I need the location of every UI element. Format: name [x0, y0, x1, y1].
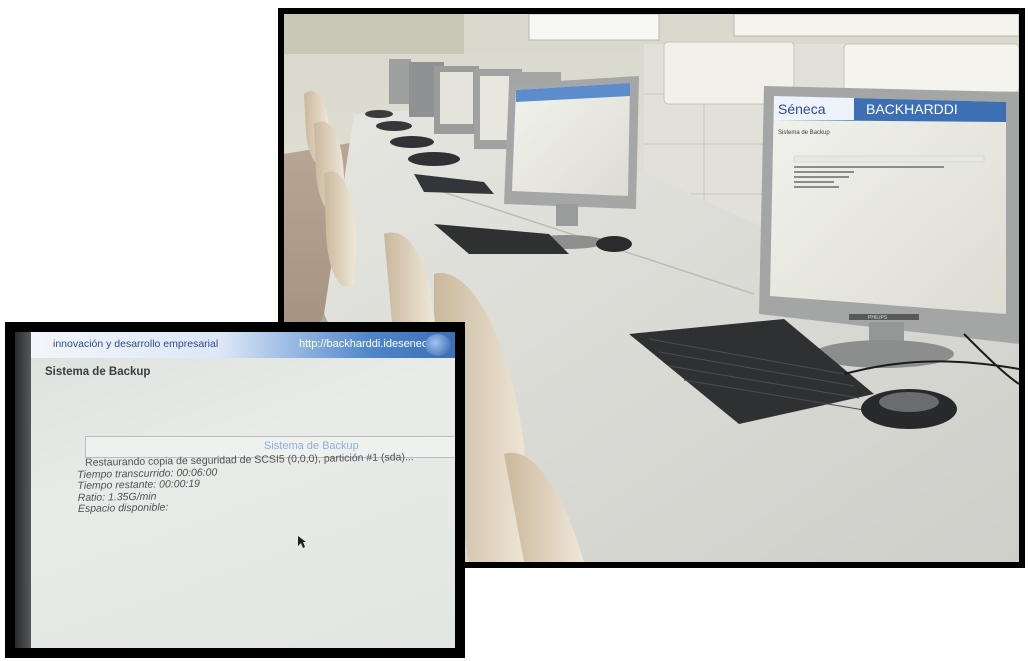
- screen-closeup-photo: innovación y desarrollo empresarial http…: [5, 322, 465, 658]
- distant-keyboard: [390, 136, 434, 148]
- back-wall: [284, 14, 464, 54]
- backharddi-logo-text: BACKHARDDI: [866, 101, 958, 117]
- tagline-text: innovación y desarrollo empresarial: [53, 338, 219, 350]
- panel-title: Sistema de Backup: [264, 440, 359, 452]
- mouse-top: [879, 392, 939, 412]
- window: [528, 14, 660, 41]
- philips-logo-text: PHILIPS: [868, 315, 888, 321]
- window: [733, 14, 1019, 37]
- screen-section-title: Sistema de Backup: [778, 130, 830, 136]
- seneca-logo-text: Séneca: [778, 101, 826, 117]
- monitor-neck: [556, 204, 578, 226]
- distant-keyboard: [365, 110, 393, 118]
- distant-monitor: [389, 59, 411, 104]
- screen-header: innovación y desarrollo empresarial http…: [31, 332, 455, 358]
- distant-screen: [440, 72, 473, 124]
- screen-closeup: innovación y desarrollo empresarial http…: [15, 332, 455, 648]
- mouse: [596, 236, 632, 252]
- monitor-bezel: [15, 332, 31, 648]
- backup-status: Restaurando copia de seguridad de SCSI5 …: [77, 451, 415, 515]
- distant-keyboard: [408, 152, 460, 166]
- screen-panel: [793, 155, 985, 163]
- section-title: Sistema de Backup: [45, 366, 151, 378]
- backharddi-logo-icon: [425, 334, 451, 356]
- distant-keyboard: [376, 121, 412, 131]
- mouse-cursor-icon: [298, 536, 306, 548]
- monitor-screen: [770, 96, 1006, 314]
- wall-cabinet: [843, 43, 1019, 93]
